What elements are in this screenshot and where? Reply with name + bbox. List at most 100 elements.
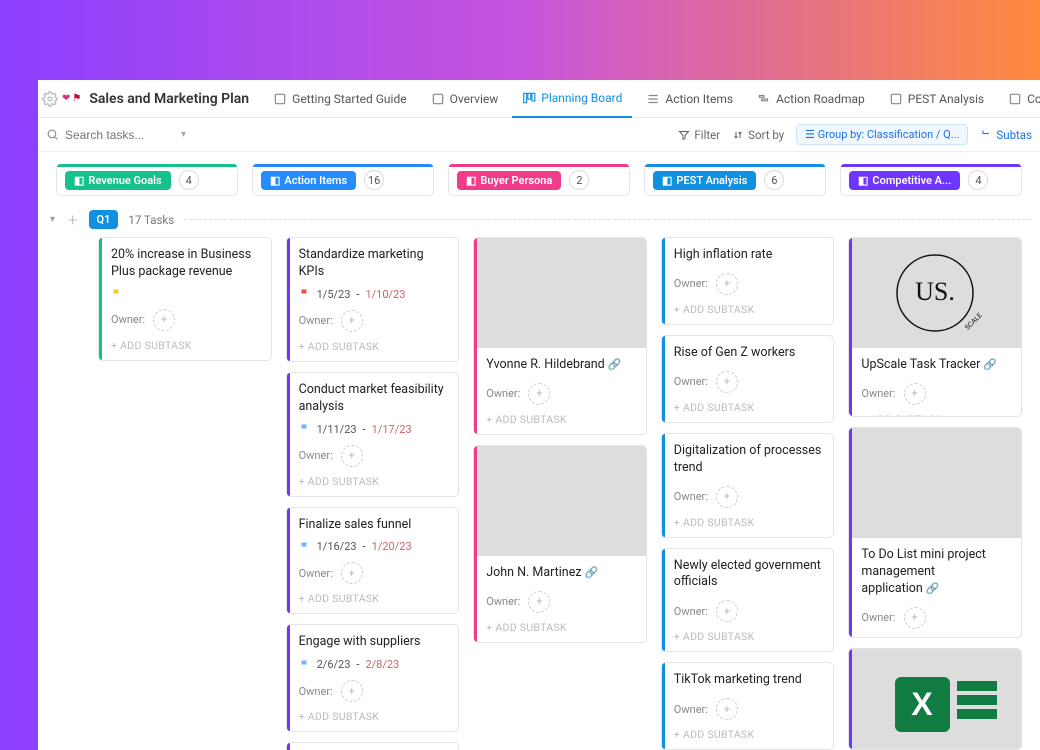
- task-date-end: 2/8/23: [365, 658, 399, 671]
- category-count: 4: [179, 170, 199, 190]
- task-title: Rise of Gen Z workers: [674, 345, 824, 362]
- app-window: ❤︎ ⚑ Sales and Marketing Plan Getting St…: [38, 80, 1040, 750]
- task-date-start: 1/11/23: [317, 423, 357, 436]
- add-subtask-button[interactable]: + ADD SUBTASK: [674, 401, 824, 414]
- task-card[interactable]: Finalize sales funnel 1/16/23 - 1/20/23 …: [286, 507, 460, 615]
- column-pest-analysis: High inflation rate Owner: + + ADD SUBTAS…: [661, 237, 835, 750]
- chevron-down-icon[interactable]: ▾: [181, 129, 186, 140]
- collapse-caret-icon[interactable]: ▾: [48, 214, 57, 225]
- task-title: 20% increase in Business Plus package re…: [111, 247, 261, 281]
- owner-avatar-slot[interactable]: +: [716, 486, 738, 508]
- search-input[interactable]: [65, 128, 175, 142]
- owner-avatar-slot[interactable]: +: [716, 600, 738, 622]
- tag-icon: ◧: [858, 174, 868, 187]
- task-card[interactable]: John N. Martinez🔗 Owner:+ + ADD SUBTASK: [473, 445, 647, 643]
- task-card[interactable]: Yvonne R. Hildebrand🔗 Owner:+ + ADD SUBT…: [473, 237, 647, 435]
- owner-avatar-slot[interactable]: +: [528, 383, 550, 405]
- task-cover-image: T OD O: [849, 428, 1021, 538]
- priority-flag-icon: [299, 541, 311, 553]
- sort-button[interactable]: Sort by: [732, 128, 784, 142]
- tab-label: Planning Board: [541, 91, 622, 105]
- settings-gear-icon[interactable]: [42, 88, 58, 110]
- column-competitive-analysis: US.SCALE UpScale Task Tracker🔗 Owner:+ +…: [848, 237, 1022, 750]
- owner-label: Owner:: [674, 277, 708, 290]
- add-subtask-button[interactable]: + ADD SUBTASK: [861, 637, 1011, 638]
- tab-pest-analysis[interactable]: PEST Analysis: [879, 80, 994, 118]
- task-card[interactable]: TikTok marketing trend Owner:+ + ADD SUB…: [661, 662, 835, 750]
- priority-flag-icon: [299, 423, 311, 435]
- task-date-start: 1/5/23: [317, 288, 351, 301]
- tab-overview[interactable]: Overview: [421, 80, 509, 118]
- groupby-label: Group by: Classification / Q...: [818, 128, 960, 141]
- owner-avatar-slot[interactable]: +: [528, 591, 550, 613]
- task-card[interactable]: Newly elected government officials Owner…: [661, 548, 835, 653]
- task-card[interactable]: Rise of Gen Z workers Owner:+ + ADD SUBT…: [661, 335, 835, 423]
- task-card[interactable]: T OD O To Do List mini project managemen…: [848, 427, 1022, 638]
- task-card[interactable]: Attend business expo 2/15/23 - 2/17/23: [286, 742, 460, 750]
- task-title: High inflation rate: [674, 247, 824, 264]
- task-date-end: 1/10/23: [365, 288, 405, 301]
- layers-icon: ☰: [805, 128, 818, 141]
- owner-avatar-slot[interactable]: +: [341, 310, 363, 332]
- category-count: 16: [364, 170, 384, 190]
- category-revenue-goals[interactable]: ◧Revenue Goals 4: [56, 164, 238, 196]
- task-card[interactable]: US.SCALE UpScale Task Tracker🔗 Owner:+ +…: [848, 237, 1022, 417]
- category-pest-analysis[interactable]: ◧PEST Analysis 6: [644, 164, 826, 196]
- owner-avatar-slot[interactable]: +: [341, 445, 363, 467]
- owner-avatar-slot[interactable]: +: [341, 562, 363, 584]
- add-subtask-button[interactable]: + ADD SUBTASK: [674, 630, 824, 643]
- tab-action-items[interactable]: Action Items: [636, 80, 743, 118]
- tab-label: PEST Analysis: [908, 92, 984, 106]
- filter-button[interactable]: Filter: [678, 128, 720, 142]
- add-subtask-button[interactable]: + ADD SUBTASK: [674, 516, 824, 529]
- add-subtask-button[interactable]: + ADD SUBTASK: [674, 728, 824, 741]
- category-action-items[interactable]: ◧Action Items 16: [252, 164, 434, 196]
- category-competitive-analysis[interactable]: ◧Competitive A... 4: [840, 164, 1022, 196]
- owner-avatar-slot[interactable]: +: [904, 607, 926, 629]
- add-subtask-button[interactable]: + ADD SUBTASK: [111, 339, 261, 352]
- task-cover-image: US.SCALE: [849, 238, 1021, 348]
- category-buyer-persona[interactable]: ◧Buyer Persona 2: [448, 164, 630, 196]
- owner-avatar-slot[interactable]: +: [716, 371, 738, 393]
- add-subtask-button[interactable]: + ADD SUBTASK: [486, 621, 636, 634]
- link-icon: 🔗: [926, 582, 940, 595]
- add-subtask-button[interactable]: + ADD SUBTASK: [299, 710, 449, 723]
- add-subtask-button[interactable]: + ADD SUBTASK: [674, 303, 824, 316]
- title-emoji-badges: ❤︎ ⚑: [62, 93, 81, 104]
- task-title: Digitalization of processes trend: [674, 443, 824, 477]
- group-chip[interactable]: Q1: [89, 210, 119, 229]
- add-subtask-button[interactable]: + ADD SUBTASK: [299, 340, 449, 353]
- tab-label: Action Items: [665, 92, 733, 106]
- owner-avatar-slot[interactable]: +: [341, 680, 363, 702]
- tab-planning-board[interactable]: Planning Board: [512, 80, 632, 118]
- subtasks-button[interactable]: Subtas: [980, 128, 1032, 142]
- sort-icon: [732, 129, 744, 141]
- add-subtask-button[interactable]: + ADD SUBTASK: [861, 413, 1011, 417]
- add-group-icon[interactable]: ＋: [67, 212, 79, 228]
- group-task-count: 17 Tasks: [128, 213, 174, 227]
- groupby-button[interactable]: ☰ Group by: Classification / Q...: [796, 124, 968, 145]
- task-cover-image: X: [849, 649, 1021, 750]
- task-card[interactable]: High inflation rate Owner: + + ADD SUBTAS…: [661, 237, 835, 325]
- tab-getting-started[interactable]: Getting Started Guide: [263, 80, 416, 118]
- add-subtask-button[interactable]: + ADD SUBTASK: [299, 592, 449, 605]
- task-card[interactable]: X: [848, 648, 1022, 750]
- owner-avatar-slot[interactable]: +: [716, 698, 738, 720]
- owner-avatar-slot[interactable]: +: [904, 383, 926, 405]
- task-card[interactable]: Conduct market feasibility analysis 1/11…: [286, 372, 460, 497]
- task-card[interactable]: Engage with suppliers 2/6/23 - 2/8/23 Ow…: [286, 624, 460, 732]
- task-card[interactable]: Standardize marketing KPIs 1/5/23 - 1/10…: [286, 237, 460, 362]
- add-subtask-button[interactable]: + ADD SUBTASK: [486, 413, 636, 426]
- category-count: 4: [968, 170, 988, 190]
- add-subtask-button[interactable]: + ADD SUBTASK: [299, 475, 449, 488]
- task-card[interactable]: Digitalization of processes trend Owner:…: [661, 433, 835, 538]
- column-revenue-goals: 20% increase in Business Plus package re…: [98, 237, 272, 750]
- owner-avatar-slot[interactable]: +: [153, 309, 175, 331]
- tab-competitive-analysis[interactable]: Competitive Analysis: [998, 80, 1040, 118]
- task-card[interactable]: 20% increase in Business Plus package re…: [98, 237, 272, 361]
- owner-label: Owner:: [861, 387, 895, 400]
- search-control[interactable]: ▾: [46, 128, 186, 142]
- tab-action-roadmap[interactable]: Action Roadmap: [747, 80, 875, 118]
- task-date-end: 1/17/23: [372, 423, 412, 436]
- owner-avatar-slot[interactable]: +: [716, 273, 738, 295]
